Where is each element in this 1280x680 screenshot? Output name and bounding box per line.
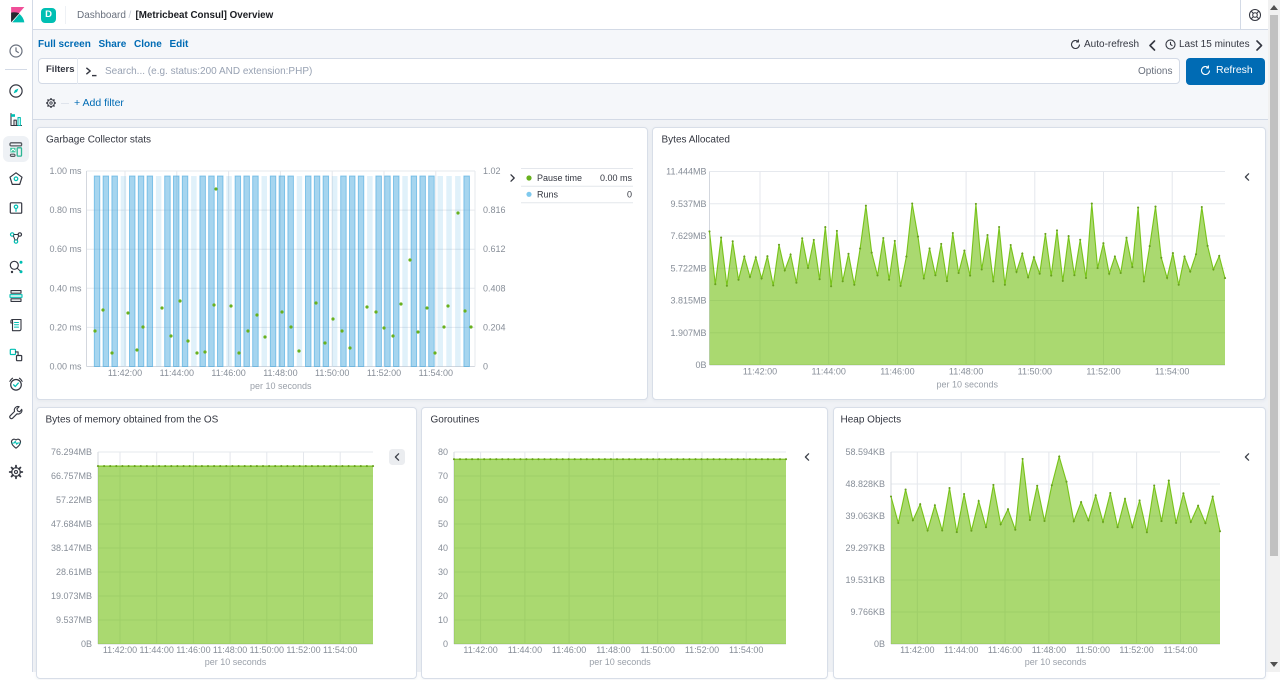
svg-text:0: 0 [443, 639, 448, 649]
svg-text:3.815MB: 3.815MB [670, 296, 706, 306]
svg-text:47.684MB: 47.684MB [51, 519, 92, 529]
svg-text:0.00 ms: 0.00 ms [49, 362, 82, 372]
svg-text:39.063KB: 39.063KB [845, 511, 885, 521]
svg-text:40: 40 [438, 543, 448, 553]
svg-text:0B: 0B [874, 639, 885, 649]
svg-text:0: 0 [483, 362, 488, 372]
svg-text:57.22MB: 57.22MB [56, 495, 92, 505]
svg-text:11:42:00: 11:42:00 [103, 645, 137, 655]
svg-text:11:52:00: 11:52:00 [1119, 645, 1153, 655]
svg-text:0.612: 0.612 [483, 244, 506, 254]
svg-text:11:46:00: 11:46:00 [552, 645, 586, 655]
svg-text:0.20 ms: 0.20 ms [49, 322, 82, 332]
svg-text:0B: 0B [695, 360, 706, 370]
svg-text:11:48:00: 11:48:00 [596, 645, 630, 655]
svg-text:11:50:00: 11:50:00 [315, 368, 349, 378]
svg-text:1.00 ms: 1.00 ms [49, 166, 82, 176]
svg-text:70: 70 [438, 471, 448, 481]
svg-text:Pause time: Pause time [537, 173, 582, 183]
svg-text:11:44:00: 11:44:00 [160, 368, 194, 378]
svg-text:11:48:00: 11:48:00 [213, 645, 247, 655]
svg-text:9.537MB: 9.537MB [670, 199, 706, 209]
svg-text:0.204: 0.204 [483, 322, 506, 332]
svg-text:Goroutines: Goroutines [431, 415, 480, 426]
svg-text:11:46:00: 11:46:00 [880, 367, 914, 377]
svg-text:1.02: 1.02 [483, 166, 501, 176]
svg-text:0: 0 [627, 189, 632, 199]
svg-text:50: 50 [438, 519, 448, 529]
svg-text:0.40 ms: 0.40 ms [49, 283, 82, 293]
svg-text:11:52:00: 11:52:00 [367, 368, 401, 378]
svg-text:66.757MB: 66.757MB [51, 471, 92, 481]
svg-text:11:44:00: 11:44:00 [508, 645, 542, 655]
svg-text:11:46:00: 11:46:00 [988, 645, 1022, 655]
svg-text:11:54:00: 11:54:00 [323, 645, 357, 655]
svg-text:Bytes Allocated: Bytes Allocated [662, 135, 730, 146]
svg-text:9.766KB: 9.766KB [850, 607, 885, 617]
svg-text:0.816: 0.816 [483, 205, 506, 215]
svg-text:per 10 seconds: per 10 seconds [205, 657, 267, 667]
svg-text:11:48:00: 11:48:00 [949, 367, 983, 377]
svg-text:0.00 ms: 0.00 ms [600, 173, 633, 183]
svg-text:38.147MB: 38.147MB [51, 543, 92, 553]
svg-text:11:50:00: 11:50:00 [1018, 367, 1052, 377]
svg-text:11:54:00: 11:54:00 [419, 368, 453, 378]
svg-text:11:42:00: 11:42:00 [108, 368, 142, 378]
svg-text:11:48:00: 11:48:00 [1032, 645, 1066, 655]
svg-text:58.594KB: 58.594KB [845, 447, 885, 457]
svg-text:11:54:00: 11:54:00 [1155, 367, 1189, 377]
svg-text:11:52:00: 11:52:00 [286, 645, 320, 655]
svg-text:11:46:00: 11:46:00 [211, 368, 245, 378]
svg-text:0.408: 0.408 [483, 283, 506, 293]
svg-text:80: 80 [438, 447, 448, 457]
svg-text:11:52:00: 11:52:00 [1086, 367, 1120, 377]
svg-text:11:48:00: 11:48:00 [263, 368, 297, 378]
svg-text:9.537MB: 9.537MB [56, 615, 92, 625]
svg-text:Bytes of memory obtained from: Bytes of memory obtained from the OS [46, 415, 219, 426]
svg-text:11:52:00: 11:52:00 [685, 645, 719, 655]
svg-text:per 10 seconds: per 10 seconds [936, 380, 998, 390]
svg-text:Runs: Runs [537, 189, 559, 199]
svg-text:48.828KB: 48.828KB [845, 479, 885, 489]
svg-text:per 10 seconds: per 10 seconds [589, 657, 651, 667]
svg-text:per 10 seconds: per 10 seconds [1025, 657, 1087, 667]
svg-text:0B: 0B [81, 639, 92, 649]
svg-text:19.531KB: 19.531KB [845, 575, 885, 585]
svg-text:28.61MB: 28.61MB [56, 567, 92, 577]
svg-text:Garbage Collector stats: Garbage Collector stats [46, 135, 151, 146]
svg-text:11:50:00: 11:50:00 [1076, 645, 1110, 655]
svg-text:11:50:00: 11:50:00 [250, 645, 284, 655]
svg-text:Heap Objects: Heap Objects [841, 415, 902, 426]
svg-text:11.444MB: 11.444MB [666, 167, 706, 177]
svg-text:11:44:00: 11:44:00 [944, 645, 978, 655]
svg-text:0.80 ms: 0.80 ms [49, 205, 82, 215]
svg-text:11:42:00: 11:42:00 [743, 367, 777, 377]
svg-text:11:42:00: 11:42:00 [900, 645, 934, 655]
svg-text:1.907MB: 1.907MB [670, 328, 706, 338]
svg-text:5.722MB: 5.722MB [670, 263, 706, 273]
svg-text:11:54:00: 11:54:00 [729, 645, 763, 655]
svg-text:11:44:00: 11:44:00 [812, 367, 846, 377]
svg-text:76.294MB: 76.294MB [51, 447, 92, 457]
svg-text:11:50:00: 11:50:00 [641, 645, 675, 655]
svg-text:60: 60 [438, 495, 448, 505]
svg-text:19.073MB: 19.073MB [51, 591, 92, 601]
svg-text:10: 10 [438, 615, 448, 625]
svg-text:per 10 seconds: per 10 seconds [250, 381, 312, 391]
svg-text:11:42:00: 11:42:00 [463, 645, 497, 655]
svg-text:20: 20 [438, 591, 448, 601]
svg-text:7.629MB: 7.629MB [670, 231, 706, 241]
svg-text:0.60 ms: 0.60 ms [49, 244, 82, 254]
svg-text:29.297KB: 29.297KB [845, 543, 885, 553]
svg-text:11:44:00: 11:44:00 [140, 645, 174, 655]
svg-text:11:54:00: 11:54:00 [1163, 645, 1197, 655]
svg-text:11:46:00: 11:46:00 [176, 645, 210, 655]
svg-text:30: 30 [438, 567, 448, 577]
